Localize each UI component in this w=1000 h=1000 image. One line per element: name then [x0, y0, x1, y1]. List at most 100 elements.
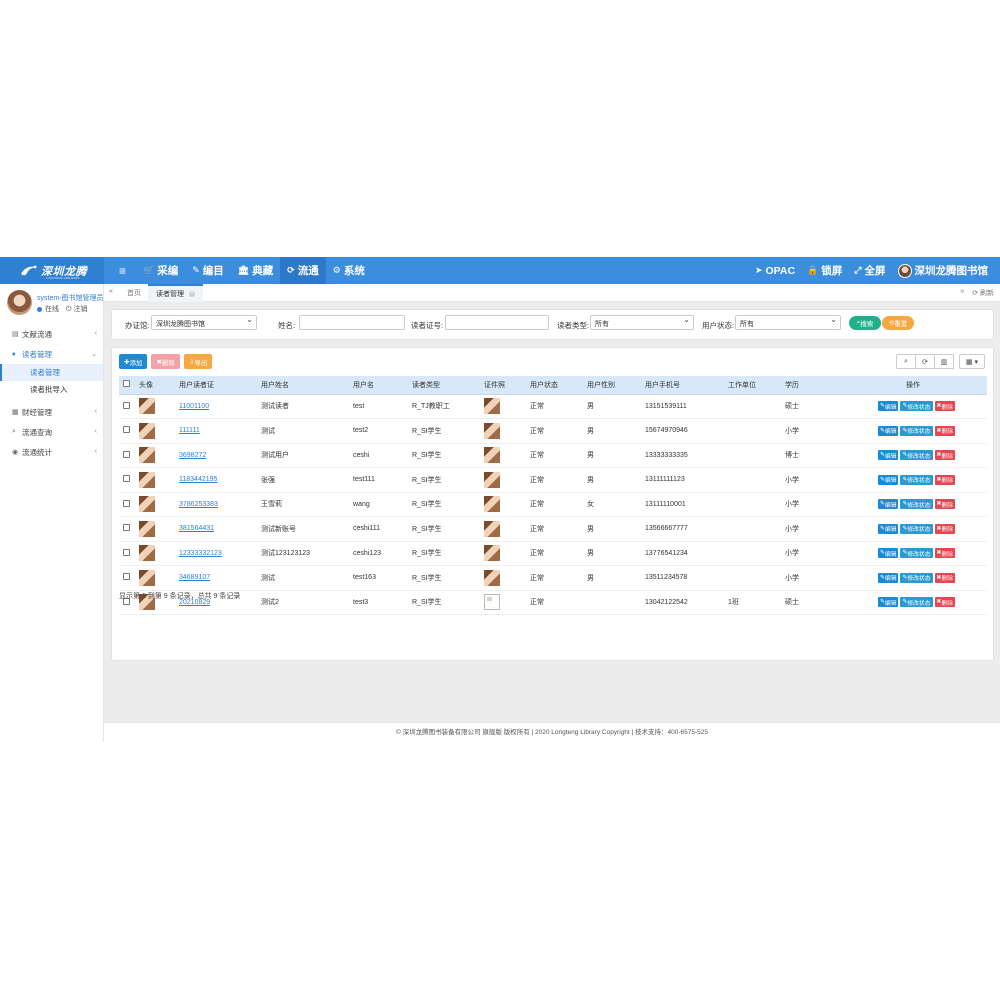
sidebar-item-reader-management[interactable]: ♦ 读者管理 ⌄ [0, 344, 103, 364]
close-icon[interactable]: × [189, 291, 195, 297]
sidebar-subitem-reader-import[interactable]: 读者批导入 [0, 381, 103, 398]
row-checkbox[interactable] [123, 524, 130, 532]
column-header[interactable]: 读者类型 [408, 376, 480, 395]
row-checkbox[interactable] [123, 475, 130, 483]
row-checkbox[interactable] [123, 548, 130, 556]
nav-acquisition[interactable]: 🛒 采编 [136, 257, 185, 284]
column-header[interactable]: 用户名 [349, 376, 408, 395]
edit-button[interactable]: ✎ 编辑 [878, 499, 899, 510]
sidebar-item-circulation-stats[interactable]: ◉ 流通统计 ‹ [0, 442, 103, 462]
delete-row-button[interactable]: ✖ 删除 [934, 401, 955, 412]
id-photo[interactable] [484, 545, 500, 562]
card-number-link[interactable]: 34689107 [179, 574, 210, 581]
card-number-link[interactable]: 381564431 [179, 525, 214, 532]
table-row[interactable]: 3698272 测试用户 ceshi R_SI学生 正常男 13333333335 博士 ✎ 编… [119, 443, 987, 468]
card-number-link[interactable]: 12333332123 [179, 550, 222, 557]
reset-button[interactable]: ⟲ 重置 [882, 316, 914, 330]
user-status-select[interactable]: 所有 [735, 315, 841, 330]
edit-button[interactable]: ✎ 编辑 [878, 450, 899, 461]
sidebar-item-literature-circulation[interactable]: ▤ 文献流通 ‹ [0, 324, 103, 344]
fullscreen-button[interactable]: ⤢ 全屏 [848, 257, 891, 284]
card-number-link[interactable]: 3698272 [179, 452, 206, 459]
column-header[interactable]: 用户读者证 [175, 376, 257, 395]
office-select[interactable]: 深圳龙腾图书馆 [151, 315, 257, 330]
modify-status-button[interactable]: ✎ 修改状态 [900, 597, 933, 608]
card-number-link[interactable]: 111111 [179, 427, 200, 434]
column-header[interactable]: 用户状态 [526, 376, 583, 395]
edit-button[interactable]: ✎ 编辑 [878, 572, 899, 583]
row-checkbox[interactable] [123, 450, 130, 458]
sidebar-subitem-reader-management[interactable]: 读者管理 [0, 364, 103, 381]
id-photo[interactable] [484, 422, 500, 439]
logout-link[interactable]: ⏻ 注销 [66, 304, 87, 314]
modify-status-button[interactable]: ✎ 修改状态 [900, 499, 933, 510]
edit-button[interactable]: ✎ 编辑 [878, 401, 899, 412]
table-row[interactable]: 11001100 测试读者 test R_TJ教职工 正常男 13151539111 硕士 ✎… [119, 394, 987, 419]
column-header[interactable]: 证件照 [480, 376, 526, 395]
delete-row-button[interactable]: ✖ 删除 [934, 450, 955, 461]
table-row[interactable]: 111111 测试 test2 R_SI学生 正常男 15674970946 小学 ✎ 编辑 ✎ 修… [119, 418, 987, 444]
id-photo[interactable] [484, 471, 500, 488]
tab-reader-management[interactable]: 读者管理 × [148, 284, 203, 302]
column-header[interactable]: 用户手机号 [641, 376, 724, 395]
id-photo[interactable] [484, 569, 500, 586]
card-number-link[interactable]: 3786253383 [179, 501, 218, 508]
card-number-link[interactable]: 1183442195 [179, 476, 217, 483]
nav-system[interactable]: ⚙ 系统 [326, 257, 372, 284]
nav-collection[interactable]: 🏛 典藏 [231, 257, 280, 284]
delete-row-button[interactable]: ✖ 删除 [934, 523, 955, 534]
table-row[interactable]: 1183442195 张强 test111 R_SI学生 正常男 13111111123 小… [119, 467, 987, 493]
modify-status-button[interactable]: ✎ 修改状态 [900, 523, 933, 534]
id-photo[interactable] [484, 496, 500, 513]
edit-button[interactable]: ✎ 编辑 [878, 474, 899, 485]
table-refresh-button[interactable]: ⟳ [915, 354, 935, 369]
delete-row-button[interactable]: ✖ 删除 [934, 425, 955, 436]
delete-button[interactable]: ✖ 删除 [151, 354, 180, 369]
id-photo[interactable] [484, 594, 500, 611]
delete-row-button[interactable]: ✖ 删除 [934, 572, 955, 583]
edit-button[interactable]: ✎ 编辑 [878, 548, 899, 559]
row-checkbox[interactable] [123, 573, 130, 581]
column-header[interactable]: 用户性别 [583, 376, 641, 395]
tabs-scroll-right-icon[interactable]: » [960, 288, 964, 298]
card-number-input[interactable] [445, 315, 549, 330]
modify-status-button[interactable]: ✎ 修改状态 [900, 572, 933, 583]
reader-type-select[interactable]: 所有 [590, 315, 694, 330]
id-photo[interactable] [484, 447, 500, 464]
modify-status-button[interactable]: ✎ 修改状态 [900, 450, 933, 461]
delete-row-button[interactable]: ✖ 删除 [934, 474, 955, 485]
search-button[interactable]: ⌕ 搜索 [849, 316, 881, 330]
column-header[interactable]: 学历 [781, 376, 839, 395]
table-row[interactable]: 3786253383 王雪莉 wang R_SI学生 正常女 13111110001 小学 ✎… [119, 492, 987, 517]
card-number-link[interactable]: 11001100 [179, 403, 209, 410]
table-columns-dropdown[interactable]: ▦ ▾ [959, 354, 985, 369]
nav-circulation[interactable]: ⟳ 流通 [280, 257, 326, 284]
column-header[interactable]: 用户姓名 [257, 376, 349, 395]
delete-row-button[interactable]: ✖ 删除 [934, 597, 955, 608]
row-checkbox[interactable] [123, 401, 130, 409]
row-checkbox[interactable] [123, 499, 130, 507]
modify-status-button[interactable]: ✎ 修改状态 [900, 548, 933, 559]
add-button[interactable]: ✚ 添加 [119, 354, 148, 369]
name-input[interactable] [299, 315, 405, 330]
table-toggle-view-button[interactable]: ▥ [934, 354, 954, 369]
tabs-scroll-left-icon[interactable]: « [109, 288, 113, 295]
id-photo[interactable] [484, 520, 500, 537]
tab-home[interactable]: 首页 [119, 284, 149, 302]
edit-button[interactable]: ✎ 编辑 [878, 597, 899, 608]
delete-row-button[interactable]: ✖ 删除 [934, 548, 955, 559]
opac-link[interactable]: ➤ OPAC [749, 257, 801, 284]
sidebar-item-finance[interactable]: ▦ 财经管理 ‹ [0, 402, 103, 422]
nav-cataloging[interactable]: ✎ 编目 [185, 257, 231, 284]
export-button[interactable]: ⇩ 导出 [183, 354, 213, 369]
brand-logo[interactable]: 深圳龙腾 LONGTENG LIBRARIES [0, 257, 104, 284]
column-header[interactable]: 头像 [135, 376, 175, 395]
modify-status-button[interactable]: ✎ 修改状态 [900, 474, 933, 485]
table-row[interactable]: 20210829 测试2 test3 R_SI学生 正常 13042122542 1班 硕士 ✎… [119, 590, 987, 615]
menu-toggle-button[interactable]: ≡ [112, 257, 136, 284]
id-photo[interactable] [484, 398, 500, 415]
library-user-menu[interactable]: 深圳龙腾图书馆 [892, 257, 995, 284]
modify-status-button[interactable]: ✎ 修改状态 [900, 425, 933, 436]
table-row[interactable]: 12333332123 测试123123123 ceshi123 R_SI学生 正常男 1… [119, 541, 987, 566]
table-row[interactable]: 34689107 测试 test163 R_SI学生 正常男 13511234578 小学 ✎… [119, 565, 987, 591]
